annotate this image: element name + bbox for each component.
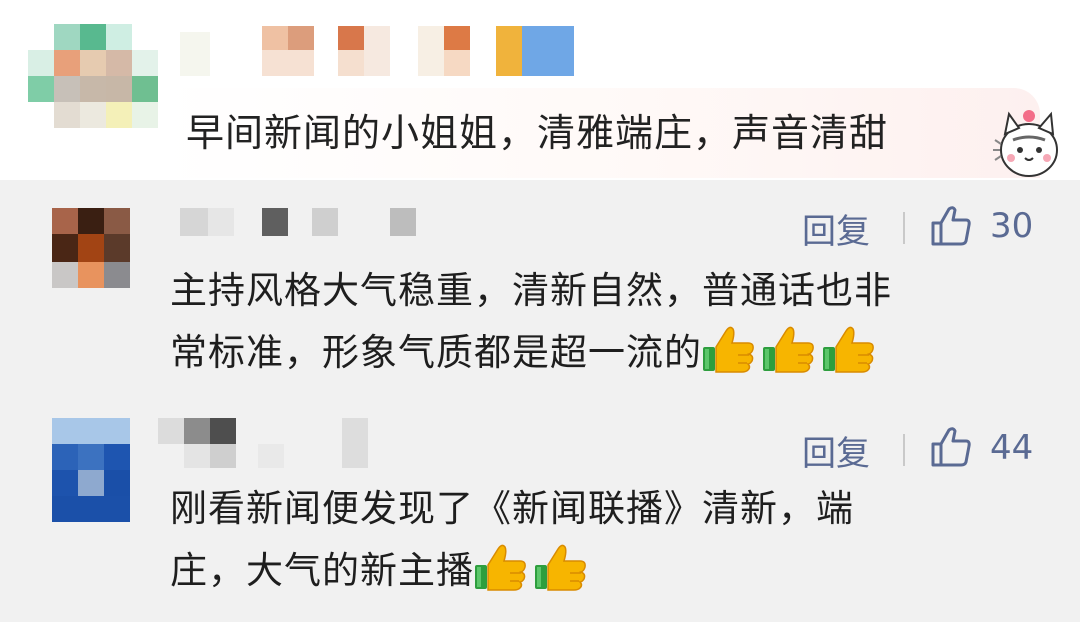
reply-button[interactable]: 回复 [802, 426, 870, 475]
avatar[interactable] [52, 418, 130, 522]
username[interactable] [180, 26, 580, 78]
comment-text-line: 常标准，形象气质都是超一流的 [170, 322, 876, 384]
like-count: 30 [990, 206, 1034, 246]
divider [903, 212, 905, 244]
cat-sticker-icon [993, 110, 1058, 177]
top-comment-text: 早间新闻的小姐姐，清雅端庄，声音清甜 [186, 111, 889, 155]
comment-text: 常标准，形象气质都是超一流的 [170, 331, 702, 374]
thumbs-up-icon [534, 543, 588, 591]
username[interactable] [158, 418, 378, 470]
comment-text-line: 刚看新闻便发现了《新闻联播》清新，端 [170, 487, 854, 530]
avatar[interactable] [28, 24, 158, 134]
divider [903, 434, 905, 466]
thumbs-up-icon [702, 325, 756, 373]
reply-button[interactable]: 回复 [802, 204, 870, 253]
like-count: 44 [990, 428, 1034, 468]
thumbs-up-icon [474, 543, 528, 591]
top-comment-section: 早间新闻的小姐姐，清雅端庄，声音清甜 [0, 0, 1080, 180]
comment-text: 庄，大气的新主播 [170, 549, 474, 592]
like-icon[interactable] [930, 205, 972, 247]
avatar[interactable] [52, 208, 130, 288]
comment-text-line: 主持风格大气稳重，清新自然，普通话也非 [170, 269, 892, 312]
like-icon[interactable] [930, 426, 972, 468]
thumbs-up-icon [822, 325, 876, 373]
username[interactable] [180, 208, 420, 236]
thumbs-up-icon [762, 325, 816, 373]
comment-text-line: 庄，大气的新主播 [170, 540, 588, 602]
